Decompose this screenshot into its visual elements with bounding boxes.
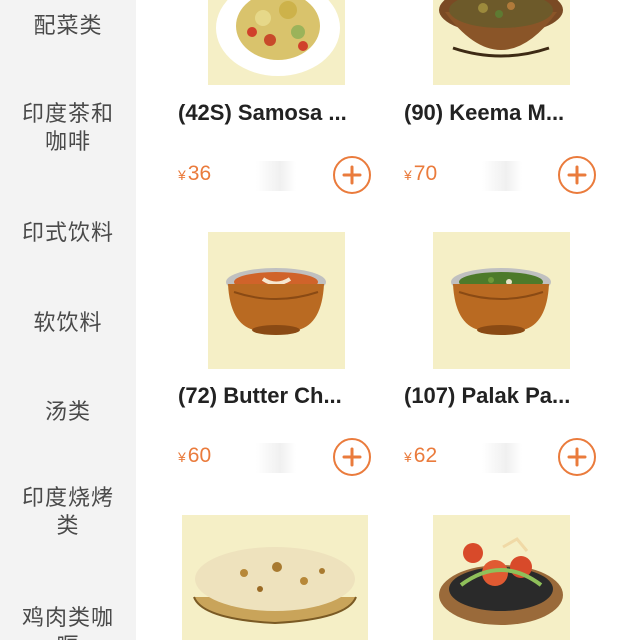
dish-image[interactable] <box>433 515 570 640</box>
dish-grid: (42S) Samosa ... (90) Keema M... ¥36 ¥70 <box>136 0 640 640</box>
dish-price: ¥70 <box>404 162 437 186</box>
price-divider <box>256 443 296 473</box>
dish-name[interactable]: (72) Butter Ch... <box>178 383 378 409</box>
add-to-cart-button[interactable] <box>558 438 596 476</box>
dish-name[interactable]: (107) Palak Pa... <box>404 383 604 409</box>
dish-image-top-right[interactable] <box>433 0 570 85</box>
price-divider <box>482 443 522 473</box>
keema-bowl-image <box>433 0 570 85</box>
currency-symbol: ¥ <box>404 449 412 465</box>
dish-price: ¥60 <box>178 444 211 468</box>
sizzler-plate-image <box>433 515 570 640</box>
vegetable-salad-image <box>208 0 345 85</box>
dish-price: ¥62 <box>404 444 437 468</box>
category-indian-bbq[interactable]: 印度烧烤 类 <box>0 482 136 544</box>
price-value: 62 <box>413 444 438 467</box>
currency-symbol: ¥ <box>178 449 186 465</box>
currency-symbol: ¥ <box>178 167 186 183</box>
dish-image[interactable] <box>182 515 368 640</box>
category-soft-drinks[interactable]: 软饮料 <box>0 304 136 344</box>
dish-price: ¥36 <box>178 162 211 186</box>
palak-paneer-bowl-image <box>433 232 570 369</box>
add-to-cart-button[interactable] <box>333 438 371 476</box>
naan-basket-image <box>182 515 368 640</box>
category-indian-drinks[interactable]: 印式饮料 <box>0 214 136 254</box>
plus-icon <box>342 165 362 185</box>
category-indian-tea-coffee[interactable]: 印度茶和 咖啡 <box>0 98 136 160</box>
currency-symbol: ¥ <box>404 167 412 183</box>
plus-icon <box>567 447 587 467</box>
dish-name[interactable]: (42S) Samosa ... <box>178 100 378 126</box>
category-chicken-curry[interactable]: 鸡肉类咖 喱 <box>0 602 136 640</box>
dish-image[interactable] <box>433 232 570 369</box>
plus-icon <box>342 447 362 467</box>
category-side-dishes[interactable]: 配菜类 <box>0 8 136 46</box>
price-divider <box>256 161 296 191</box>
plus-icon <box>567 165 587 185</box>
price-value: 36 <box>187 162 212 185</box>
add-to-cart-button[interactable] <box>333 156 371 194</box>
dish-image-top-left[interactable] <box>208 0 345 85</box>
butter-chicken-bowl-image <box>208 232 345 369</box>
price-value: 60 <box>187 444 212 467</box>
price-value: 70 <box>413 162 438 185</box>
add-to-cart-button[interactable] <box>558 156 596 194</box>
category-sidebar: 配菜类 印度茶和 咖啡 印式饮料 软饮料 汤类 印度烧烤 类 鸡肉类咖 喱 <box>0 0 136 640</box>
price-divider <box>482 161 522 191</box>
dish-name[interactable]: (90) Keema M... <box>404 100 604 126</box>
category-soups[interactable]: 汤类 <box>0 393 136 433</box>
dish-image[interactable] <box>208 232 345 369</box>
